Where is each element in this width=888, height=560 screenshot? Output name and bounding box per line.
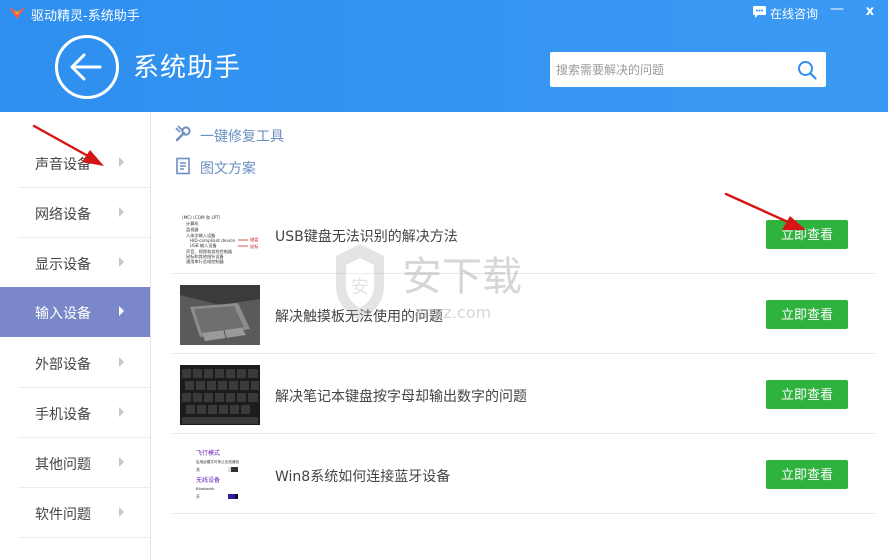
device-manager-thumbnail: (MC) (COM 和 LPT) 计算机 监视器 人体学输入设备 HID-com…: [180, 205, 260, 265]
sidebar-item-label: 软件问题: [35, 507, 91, 523]
window-title: 驱动精灵-系统助手: [31, 9, 140, 24]
thumb-line: 监视器: [186, 226, 199, 233]
sidebar-item-label: 外部设备: [35, 357, 91, 373]
close-button[interactable]: x: [862, 4, 878, 22]
back-button[interactable]: [55, 35, 119, 99]
touchpad-thumbnail: [180, 285, 260, 345]
arrow-left-icon: [70, 53, 102, 81]
chevron-right-icon: [119, 457, 124, 467]
watermark-logo-icon: 安: [336, 244, 384, 320]
thumb-mode-state: 关: [196, 466, 200, 472]
minimize-button[interactable]: —: [830, 1, 844, 23]
chevron-right-icon: [119, 207, 124, 217]
online-consult-link[interactable]: 在线咨询: [770, 5, 818, 22]
article-title: 解决笔记本键盘按字母却输出数字的问题: [275, 389, 527, 405]
sidebar-item-label: 网络设备: [35, 207, 91, 223]
thumb-line: USB 输入设备: [190, 242, 217, 249]
document-icon: [176, 157, 190, 175]
search-box: [550, 52, 826, 87]
watermark-url: anxz.com: [414, 303, 491, 322]
app-logo-icon: [9, 7, 25, 19]
page-title: 系统助手: [133, 53, 242, 83]
chevron-right-icon: [119, 507, 124, 517]
view-now-button[interactable]: 立即查看: [766, 380, 848, 409]
app-header: 驱动精灵-系统助手 在线咨询 — x 系统助手: [0, 0, 888, 112]
quick-repair-tool-label: 一键修复工具: [200, 129, 284, 145]
sidebar-item-network[interactable]: 网络设备: [18, 188, 150, 238]
thumb-tag: 鼠标: [250, 243, 258, 250]
keyboard-thumbnail: [180, 365, 260, 425]
thumb-bluetooth: Bluetooth: [196, 486, 215, 491]
chevron-right-icon: [119, 357, 124, 367]
sidebar-item-other[interactable]: 其他问题: [18, 438, 150, 488]
chevron-right-icon: [119, 407, 124, 417]
sidebar-item-label: 显示设备: [35, 257, 91, 273]
sidebar-item-label: 手机设备: [35, 407, 91, 423]
sidebar-item-input[interactable]: 输入设备: [0, 287, 150, 337]
thumb-mode-title: 飞行模式: [196, 449, 220, 457]
chevron-right-icon: [119, 157, 124, 167]
sidebar-item-software[interactable]: 软件问题: [18, 488, 150, 538]
thumb-line: (MC) (COM 和 LPT): [182, 214, 221, 221]
chat-icon[interactable]: [752, 5, 767, 19]
search-input[interactable]: [556, 60, 786, 80]
thumb-line: 计算机: [186, 220, 199, 227]
sidebar: 声音设备 网络设备 显示设备 输入设备 外部设备 手机设备 其他问题 软件问题: [0, 112, 151, 560]
chevron-right-icon: [119, 306, 124, 316]
sidebar-item-external[interactable]: 外部设备: [18, 338, 150, 388]
watermark: 安 安下载 anxz.com: [336, 244, 522, 322]
thumb-mode-desc: 启用此模式可停止无线通信: [196, 459, 240, 464]
title-bar: 驱动精灵-系统助手 在线咨询 — x: [0, 0, 888, 26]
red-arrow-icon: [32, 124, 104, 166]
search-icon[interactable]: [796, 59, 818, 81]
sidebar-item-label: 输入设备: [35, 306, 91, 322]
thumb-line: 通用串行总线控制器: [186, 258, 225, 265]
bluetooth-settings-thumbnail: 飞行模式 启用此模式可停止无线通信 关 无线设备 Bluetooth 开: [180, 445, 260, 505]
thumb-bt-state: 开: [196, 494, 200, 499]
article-row: 飞行模式 启用此模式可停止无线通信 关 无线设备 Bluetooth 开 Win…: [172, 434, 875, 514]
red-arrow-icon: [724, 192, 806, 230]
wrench-icon: [175, 125, 191, 142]
chevron-right-icon: [119, 257, 124, 267]
article-title: Win8系统如何连接蓝牙设备: [275, 469, 451, 485]
thumb-tag: 键盘: [250, 236, 258, 243]
sidebar-item-mobile[interactable]: 手机设备: [18, 388, 150, 438]
watermark-cn: 安下载: [402, 254, 522, 300]
guide-label: 图文方案: [200, 161, 256, 177]
sidebar-item-display[interactable]: 显示设备: [18, 238, 150, 288]
svg-text:安: 安: [351, 277, 369, 298]
sidebar-item-label: 其他问题: [35, 457, 91, 473]
article-row: 解决笔记本键盘按字母却输出数字的问题 立即查看: [172, 354, 875, 434]
view-now-button[interactable]: 立即查看: [766, 460, 848, 489]
view-now-button[interactable]: 立即查看: [766, 300, 848, 329]
thumb-wireless-title: 无线设备: [196, 476, 220, 484]
